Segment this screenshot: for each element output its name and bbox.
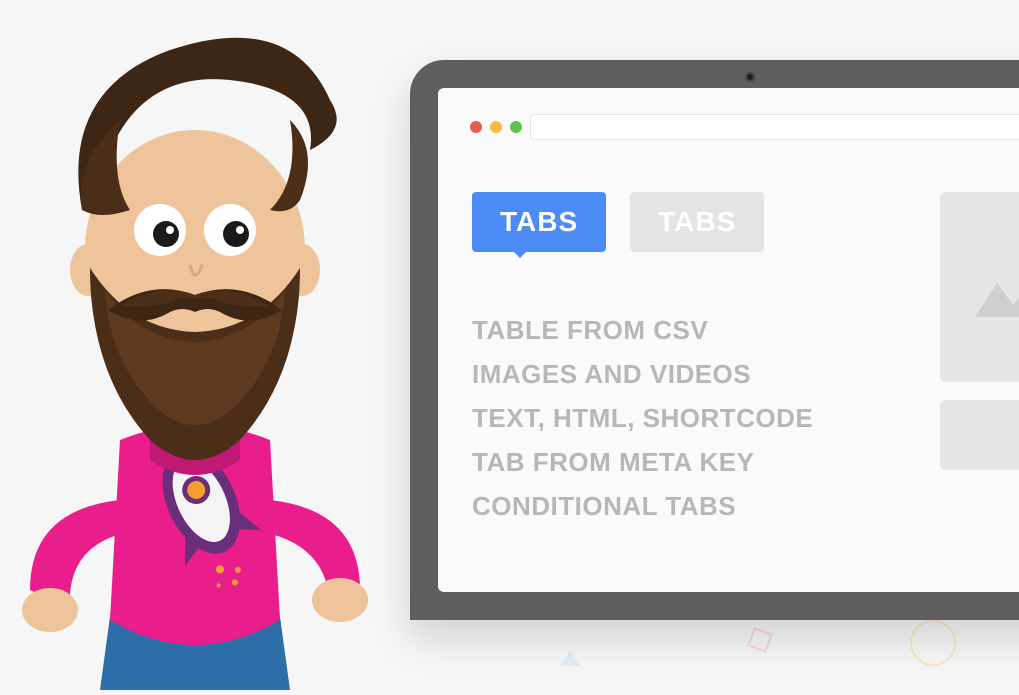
feature-item: TEXT, HTML, SHORTCODE xyxy=(472,396,813,440)
address-bar xyxy=(530,114,1019,140)
feature-item: CONDITIONAL TABS xyxy=(472,484,813,528)
decor-triangle xyxy=(560,650,580,666)
content-placeholder-card xyxy=(940,400,1019,470)
image-placeholder-card xyxy=(940,192,1019,382)
feature-item: TABLE FROM CSV xyxy=(472,308,813,352)
laptop-mockup: TABS TABS TABLE FROM CSV IMAGES AND VIDE… xyxy=(410,60,1019,620)
window-minimize-icon xyxy=(490,121,502,133)
tab-active[interactable]: TABS xyxy=(472,192,606,252)
feature-list: TABLE FROM CSV IMAGES AND VIDEOS TEXT, H… xyxy=(472,308,813,528)
window-close-icon xyxy=(470,121,482,133)
feature-item: TAB FROM META KEY xyxy=(472,440,813,484)
feature-item: IMAGES AND VIDEOS xyxy=(472,352,813,396)
window-maximize-icon xyxy=(510,121,522,133)
image-placeholder-icon xyxy=(975,257,1019,317)
laptop-camera xyxy=(745,72,755,82)
decor-square-2 xyxy=(747,627,773,653)
laptop-screen: TABS TABS TABLE FROM CSV IMAGES AND VIDE… xyxy=(438,88,1019,592)
tab-inactive[interactable]: TABS xyxy=(630,192,764,252)
decor-circle xyxy=(910,620,956,666)
browser-bar xyxy=(470,114,1019,140)
sidebar-cards xyxy=(940,192,1019,488)
mascot-character xyxy=(0,10,430,690)
tabs-row: TABS TABS xyxy=(472,192,764,252)
